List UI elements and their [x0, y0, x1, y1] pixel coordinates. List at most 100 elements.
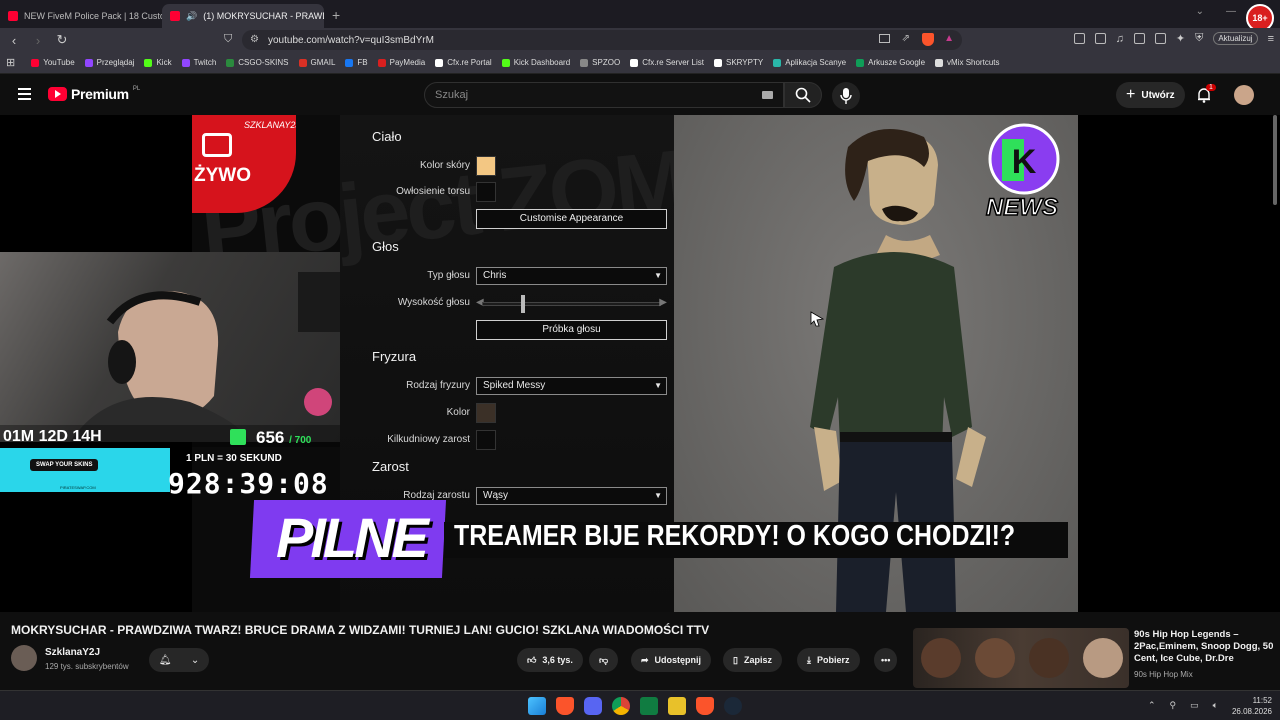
- share-button[interactable]: ➦ Udostępnij: [631, 648, 712, 672]
- menu-icon[interactable]: ≡: [1268, 33, 1274, 45]
- hair-color-swatch[interactable]: [476, 403, 496, 423]
- voice-sample-button[interactable]: Próbka głosu: [476, 320, 667, 340]
- voice-search-button[interactable]: [832, 82, 860, 110]
- bookmark-item[interactable]: Arkusze Google: [856, 58, 925, 67]
- volume-icon[interactable]: 🔈︎: [1213, 700, 1218, 711]
- chrome-icon[interactable]: [612, 697, 630, 715]
- stubble-checkbox[interactable]: [476, 430, 496, 450]
- speaker-icon[interactable]: 🔊: [186, 11, 197, 22]
- search-input[interactable]: Szukaj: [424, 82, 784, 108]
- bookmark-item[interactable]: PayMedia: [377, 58, 425, 67]
- brave-shield-icon[interactable]: [922, 33, 934, 46]
- bookmark-item[interactable]: SKRYPTY: [713, 58, 763, 67]
- voice-pitch-slider[interactable]: ◀ ▶: [476, 295, 667, 313]
- tab-list-icon[interactable]: ⌄: [1196, 6, 1204, 17]
- channel-name[interactable]: SzklanaY2J: [45, 647, 100, 658]
- download-button[interactable]: ⤓ Pobierz: [797, 648, 860, 672]
- app-icon[interactable]: [668, 697, 686, 715]
- music-icon[interactable]: ♫: [1116, 33, 1124, 45]
- bookmark-favicon-icon: [630, 58, 639, 67]
- forward-icon[interactable]: ›: [28, 33, 48, 48]
- excel-icon[interactable]: [640, 697, 658, 715]
- slider-knob[interactable]: [520, 295, 525, 313]
- youtube-logo[interactable]: Premium PL: [48, 86, 140, 102]
- bookmark-item[interactable]: FB: [345, 58, 368, 67]
- keyboard-icon[interactable]: [762, 91, 773, 99]
- taskbar-clock[interactable]: 11:52 26.08.2026: [1232, 695, 1272, 717]
- tab-mokrysuchar[interactable]: 🔊 (1) MOKRYSUCHAR - PRAWDZ ✕: [162, 4, 324, 28]
- bookmark-item[interactable]: vMix Shortcuts: [935, 58, 1000, 67]
- guide-menu-icon[interactable]: [18, 88, 31, 103]
- save-button[interactable]: ▯ Zapisz: [723, 648, 782, 672]
- thumbs-down-icon: 👎︎: [599, 654, 609, 665]
- voice-type-dropdown[interactable]: Chris: [476, 267, 667, 285]
- bookmark-label: Przeglądaj: [96, 58, 135, 67]
- bookmark-item[interactable]: Kick: [144, 58, 172, 67]
- brave-beta-icon[interactable]: [696, 697, 714, 715]
- video-title: MOKRYSUCHAR - PRAWDZIWA TWARZ! BRUCE DRA…: [11, 623, 710, 637]
- bookmark-item[interactable]: CSGO-SKINS: [226, 58, 289, 67]
- facial-type-dropdown[interactable]: Wąsy: [476, 487, 667, 505]
- slider-right-arrow-icon[interactable]: ▶: [659, 297, 667, 308]
- streamer-camera-image: [70, 272, 340, 442]
- bookmark-item[interactable]: Przeglądaj: [84, 58, 135, 67]
- back-icon[interactable]: ‹: [4, 33, 24, 48]
- ai-icon[interactable]: ✦: [1176, 32, 1185, 45]
- create-button[interactable]: + Utwórz: [1116, 82, 1185, 108]
- wallet-icon[interactable]: [1094, 33, 1106, 44]
- new-tab-button[interactable]: +: [324, 4, 348, 28]
- steam-icon[interactable]: [724, 697, 742, 715]
- extensions-icon[interactable]: [1073, 33, 1085, 44]
- share-icon[interactable]: ⇗: [902, 33, 910, 44]
- bookmark-page-icon[interactable]: ⛉: [224, 33, 232, 46]
- subscription-button[interactable]: 🔔︎ ⌄: [149, 648, 209, 672]
- bookmark-item[interactable]: Kick Dashboard: [501, 58, 570, 67]
- taskbar-apps: [528, 697, 742, 715]
- discord-icon[interactable]: [584, 697, 602, 715]
- bookmark-item[interactable]: Cfx.re Portal: [435, 58, 492, 67]
- tab-search-icon[interactable]: [1154, 33, 1166, 44]
- skin-color-swatch[interactable]: [476, 156, 496, 176]
- bookmark-item[interactable]: Twitch: [181, 58, 216, 67]
- bookmark-item[interactable]: Aplikacja Scanye: [773, 58, 846, 67]
- sidebar-icon[interactable]: [1133, 33, 1145, 44]
- suggested-video-thumbnail[interactable]: [913, 628, 1129, 688]
- account-avatar[interactable]: [1234, 85, 1254, 105]
- suggested-video-title[interactable]: 90s Hip Hop Legends – 2Pac,Eminem, Snoop…: [1134, 629, 1274, 665]
- location-icon[interactable]: ⚲: [1169, 700, 1176, 711]
- customise-appearance-button[interactable]: Customise Appearance: [476, 209, 667, 229]
- tab-police-pack[interactable]: NEW FiveM Police Pack | 18 Custom ✕: [0, 4, 162, 28]
- more-actions-button[interactable]: •••: [874, 648, 898, 672]
- vpn-icon[interactable]: ⛨: [1195, 32, 1203, 45]
- site-info-icon[interactable]: ⚙: [250, 34, 259, 45]
- dislike-button[interactable]: 👎︎: [589, 648, 619, 672]
- bookmark-label: GMAIL: [310, 58, 336, 67]
- bookmark-favicon-icon: [580, 58, 589, 67]
- channel-avatar[interactable]: [11, 645, 37, 671]
- url-field[interactable]: ⚙ youtube.com/watch?v=quI3smBdYrM ⇗ ▲: [242, 30, 962, 50]
- start-icon[interactable]: [528, 697, 546, 715]
- cast-icon[interactable]: [879, 34, 890, 43]
- page-scrollbar[interactable]: [1273, 115, 1277, 205]
- bookmark-item[interactable]: GMAIL: [298, 58, 336, 67]
- brave-rewards-icon[interactable]: ▲: [944, 33, 954, 44]
- tray-chevron-icon[interactable]: ⌃: [1148, 700, 1156, 711]
- breaking-label: PILNE: [276, 506, 429, 569]
- bookmark-item[interactable]: YouTube: [31, 58, 75, 67]
- apps-icon[interactable]: ⊞: [6, 56, 15, 69]
- hair-type-dropdown[interactable]: Spiked Messy: [476, 377, 667, 395]
- minimize-icon[interactable]: —: [1226, 6, 1236, 17]
- suggested-channel[interactable]: 90s Hip Hop Mix: [1134, 670, 1193, 679]
- update-button[interactable]: Aktualizuj: [1213, 32, 1258, 45]
- bookmark-item[interactable]: SPZOO: [580, 58, 620, 67]
- video-player[interactable]: Project ZOMBOID Ciało Kolor skóry Owłosi…: [0, 115, 1280, 612]
- like-button[interactable]: 👍︎ 3,6 tys.: [517, 648, 583, 672]
- video-info: MOKRYSUCHAR - PRAWDZIWA TWARZ! BRUCE DRA…: [0, 612, 1280, 690]
- bookmark-item[interactable]: Cfx.re Server List: [630, 58, 704, 67]
- search-button[interactable]: [784, 82, 822, 108]
- brave-icon[interactable]: [556, 697, 574, 715]
- torso-hair-checkbox[interactable]: [476, 182, 496, 202]
- reload-icon[interactable]: ↻: [52, 32, 72, 48]
- bookmark-favicon-icon: [713, 58, 722, 67]
- network-icon[interactable]: ▭: [1190, 700, 1199, 711]
